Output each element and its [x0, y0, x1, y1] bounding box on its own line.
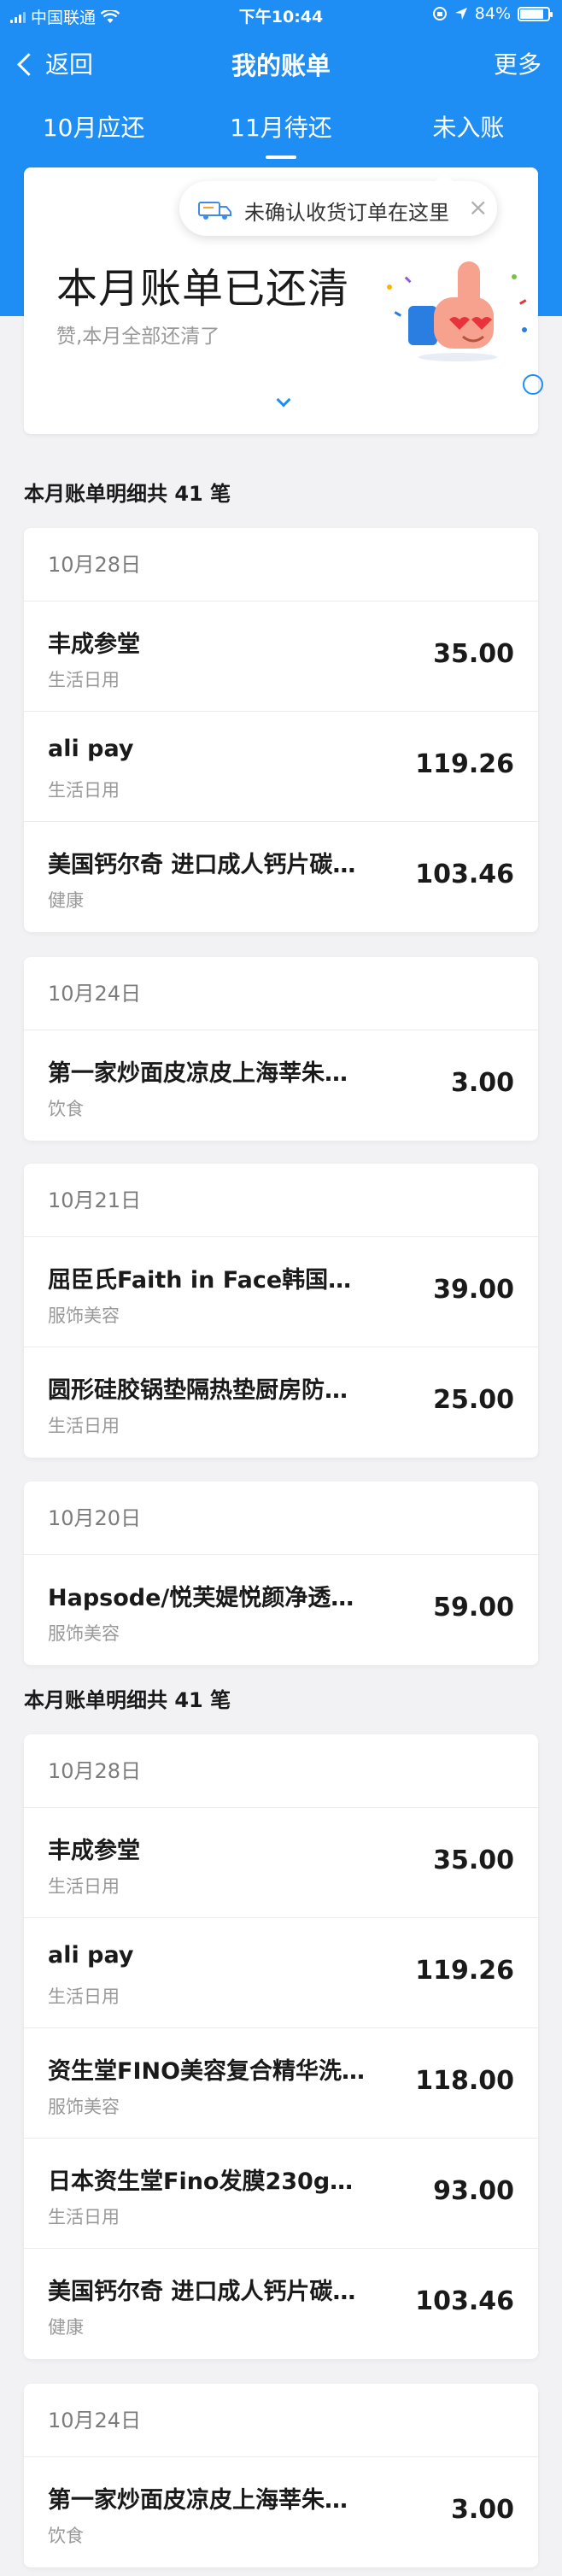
tab-october-due[interactable]: 10月应还	[0, 96, 187, 164]
merchant-name: 圆形硅胶锅垫隔热垫厨房防…	[48, 1377, 348, 1404]
category-label: 饮食	[48, 2526, 84, 2546]
group-date: 10月24日	[24, 957, 538, 1030]
battery-icon	[518, 6, 553, 21]
truck-icon	[198, 202, 231, 220]
merchant-name: ali pay	[48, 1942, 134, 1969]
tab-november-pending[interactable]: 11月待还	[187, 96, 374, 164]
amount: 3.00	[450, 2495, 514, 2525]
tooltip-pointer	[436, 173, 453, 181]
bill-row[interactable]: 第一家炒面皮凉皮上海莘朱… 饮食 3.00	[24, 1030, 538, 1141]
bill-row[interactable]: 丰成参堂 生活日用 35.00	[24, 1808, 538, 1918]
category-label: 服饰美容	[48, 1623, 120, 1644]
amount: 119.26	[415, 1956, 514, 1986]
bill-group: 10月21日 屈臣氏Faith in Face韩国美… 服饰美容 39.00 圆…	[24, 1164, 538, 1458]
merchant-name: 第一家炒面皮凉皮上海莘朱…	[48, 1060, 348, 1087]
bill-row[interactable]: 屈臣氏Faith in Face韩国美… 服饰美容 39.00	[24, 1237, 538, 1347]
amount: 103.46	[415, 2286, 514, 2316]
group-date: 10月28日	[24, 1734, 538, 1808]
category-label: 生活日用	[48, 780, 120, 801]
amount: 3.00	[450, 1068, 514, 1098]
amount: 119.26	[415, 749, 514, 779]
merchant-name: 美国钙尔奇 进口成人钙片碳…	[48, 2279, 356, 2305]
group-date: 10月21日	[24, 1164, 538, 1237]
category-label: 生活日用	[48, 2207, 120, 2227]
bill-row[interactable]: 日本资生堂Fino发膜230g护… 生活日用 93.00	[24, 2139, 538, 2249]
battery-fill	[520, 9, 543, 19]
bill-row[interactable]: Hapsode/悦芙媞悦颜净透… 服饰美容 59.00	[24, 1555, 538, 1665]
category-label: 健康	[48, 890, 84, 911]
merchant-name: 资生堂FINO美容复合精华洗…	[48, 2058, 366, 2085]
merchant-name: 屈臣氏Faith in Face韩国美…	[48, 1267, 372, 1294]
category-label: 服饰美容	[48, 2097, 120, 2117]
merchant-name: 第一家炒面皮凉皮上海莘朱…	[48, 2487, 348, 2514]
category-label: 服饰美容	[48, 1306, 120, 1326]
more-button[interactable]: 更多	[494, 46, 542, 80]
merchant-name: 丰成参堂	[48, 631, 140, 658]
bill-row[interactable]: 圆形硅胶锅垫隔热垫厨房防… 生活日用 25.00	[24, 1347, 538, 1458]
bill-row[interactable]: 美国钙尔奇 进口成人钙片碳… 健康 103.46	[24, 2249, 538, 2359]
summary-title: 本月账单已还清	[56, 265, 350, 313]
status-bar: 中国联通 下午10:44 84%	[0, 0, 562, 31]
unconfirmed-orders-tooltip[interactable]: 未确认收货订单在这里 ×	[179, 173, 497, 236]
group-date: 10月28日	[24, 528, 538, 601]
bill-group: 10月24日 第一家炒面皮凉皮上海莘朱… 饮食 3.00	[24, 957, 538, 1141]
category-label: 生活日用	[48, 1876, 120, 1897]
bill-row[interactable]: ali pay 生活日用 119.26	[24, 1918, 538, 2028]
bill-group: 10月20日 Hapsode/悦芙媞悦颜净透… 服饰美容 59.00	[24, 1482, 538, 1665]
bill-group: 10月28日 丰成参堂 生活日用 35.00 ali pay 生活日用 119.…	[24, 1734, 538, 2359]
merchant-name: ali pay	[48, 736, 134, 762]
tooltip-text: 未确认收货订单在这里	[244, 201, 449, 225]
group-date: 10月24日	[24, 2384, 538, 2457]
amount: 39.00	[433, 1275, 514, 1305]
bill-row[interactable]: 丰成参堂 生活日用 35.00	[24, 601, 538, 712]
chevron-down-icon[interactable]	[276, 392, 291, 408]
amount: 59.00	[433, 1593, 514, 1622]
bill-row[interactable]: 资生堂FINO美容复合精华洗… 服饰美容 118.00	[24, 2028, 538, 2139]
bill-row[interactable]: 美国钙尔奇 进口成人钙片碳… 健康 103.46	[24, 822, 538, 932]
bill-row[interactable]: 第一家炒面皮凉皮上海莘朱… 饮食 3.00	[24, 2457, 538, 2567]
bill-group: 10月24日 第一家炒面皮凉皮上海莘朱… 饮食 3.00	[24, 2384, 538, 2567]
category-label: 健康	[48, 2317, 84, 2338]
tab-unposted[interactable]: 未入账	[375, 96, 562, 164]
amount: 93.00	[433, 2176, 514, 2206]
section-title: 本月账单明细共 41 笔	[24, 482, 231, 506]
thumbs-up-illustration	[387, 261, 527, 361]
merchant-name: 日本资生堂Fino发膜230g护…	[48, 2168, 372, 2195]
category-label: 生活日用	[48, 1416, 120, 1436]
group-date: 10月20日	[24, 1482, 538, 1555]
close-icon[interactable]: ×	[468, 193, 488, 221]
status-right: 84%	[432, 4, 553, 23]
merchant-name: 美国钙尔奇 进口成人钙片碳…	[48, 852, 356, 878]
amount: 35.00	[433, 639, 514, 669]
category-label: 生活日用	[48, 1986, 120, 2007]
merchant-name: Hapsode/悦芙媞悦颜净透…	[48, 1585, 354, 1611]
bill-row[interactable]: ali pay 生活日用 119.26	[24, 712, 538, 822]
battery-percent: 84%	[474, 4, 511, 23]
bill-group: 10月28日 丰成参堂 生活日用 35.00 ali pay 生活日用 119.…	[24, 528, 538, 932]
tab-bar: 10月应还 11月待还 未入账	[0, 96, 562, 164]
amount: 25.00	[433, 1385, 514, 1415]
amount: 118.00	[415, 2066, 514, 2096]
lock-rotation-icon	[432, 7, 447, 21]
amount: 103.46	[415, 860, 514, 889]
category-label: 生活日用	[48, 670, 120, 690]
section-title: 本月账单明细共 41 笔	[24, 1688, 231, 1712]
amount: 35.00	[433, 1845, 514, 1875]
merchant-name: 丰成参堂	[48, 1838, 140, 1864]
category-label: 饮食	[48, 1099, 84, 1119]
summary-subtitle: 赞,本月全部还清了	[56, 326, 220, 348]
location-icon	[454, 8, 467, 20]
info-icon[interactable]	[523, 374, 543, 395]
page-title: 我的账单	[231, 51, 331, 80]
nav-bar: 返回 我的账单 更多	[0, 31, 562, 96]
